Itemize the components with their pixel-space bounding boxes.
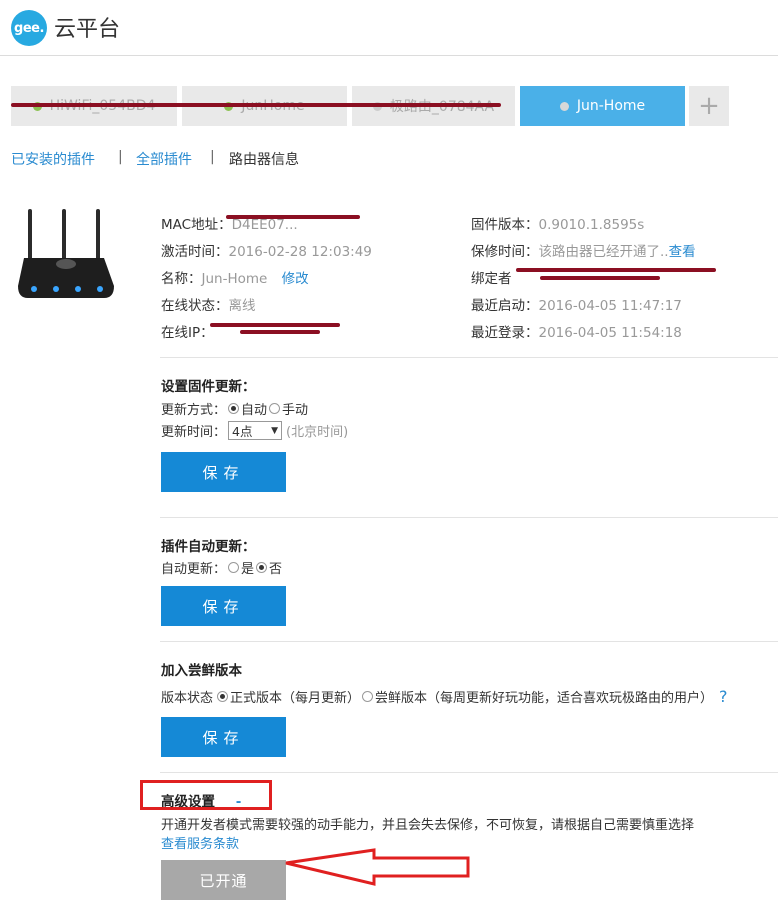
warranty-row: 保修时间：该路由器已经开通了..查看 xyxy=(471,240,696,260)
developer-mode-button[interactable]: 已开通 xyxy=(161,860,286,900)
update-time-row: 更新时间： 4点 ▼ (北京时间) xyxy=(161,421,348,440)
stable-version-label: 正式版本（每月更新） xyxy=(230,691,361,706)
warranty-value: 该路由器已经开通了.. xyxy=(538,244,669,260)
chevron-down-icon: ▼ xyxy=(271,425,279,436)
nav-installed-plugins[interactable]: 已安装的插件 xyxy=(11,149,95,169)
plugin-update-yes-radio[interactable] xyxy=(228,562,240,573)
beta-status-label: 版本状态 xyxy=(161,691,214,706)
warranty-label: 保修时间： xyxy=(471,244,539,260)
plugin-update-no-label: 否 xyxy=(269,562,283,577)
plugin-update-row: 自动更新： 是 否 xyxy=(161,558,282,577)
binder-row: 绑定者 xyxy=(471,267,512,287)
warranty-view-link[interactable]: 查看 xyxy=(669,244,696,260)
beta-version-radio[interactable] xyxy=(362,691,374,702)
last-login-value: 2016-04-05 11:54:18 xyxy=(538,325,682,341)
section-divider xyxy=(160,357,778,358)
help-icon[interactable]: ? xyxy=(719,687,728,706)
ip-label: 在线IP： xyxy=(161,325,214,341)
beta-version-label: 尝鲜版本（每周更新好玩功能，适合喜欢玩极路由的用户） xyxy=(375,691,714,706)
update-manual-radio[interactable] xyxy=(269,403,281,414)
stable-version-radio[interactable] xyxy=(217,691,229,702)
update-auto-radio[interactable] xyxy=(228,403,240,414)
save-firmware-button[interactable]: 保存 xyxy=(161,452,286,492)
firmware-version-row: 固件版本：0.9010.1.8595s xyxy=(471,213,644,233)
update-mode-label: 更新方式： xyxy=(161,403,227,418)
nav-router-info[interactable]: 路由器信息 xyxy=(229,149,299,169)
firmware-update-title: 设置固件更新： xyxy=(161,379,256,395)
plugin-update-label: 自动更新： xyxy=(161,562,227,577)
save-beta-button[interactable]: 保存 xyxy=(161,717,286,757)
advanced-description: 开通开发者模式需要较强的动手能力，并且会失去保修，不可恢复，请根据自己需要慎重选… xyxy=(161,818,695,833)
annotation-arrow-icon xyxy=(285,848,470,886)
mac-label: MAC地址： xyxy=(161,217,232,233)
nav-separator: | xyxy=(210,149,215,165)
beta-title: 加入尝鲜版本 xyxy=(161,663,242,679)
timezone-note: (北京时间) xyxy=(286,425,349,440)
last-boot-label: 最近启动： xyxy=(471,298,539,314)
app-title: 云平台 xyxy=(54,17,121,42)
gee-logo[interactable]: gee. xyxy=(11,10,47,46)
online-status-row: 在线状态：离线 xyxy=(161,294,256,314)
plugin-update-title: 插件自动更新： xyxy=(161,539,256,555)
firmware-value: 0.9010.1.8595s xyxy=(538,217,645,233)
online-value: 离线 xyxy=(228,298,256,314)
save-plugin-button[interactable]: 保存 xyxy=(161,586,286,626)
redaction-mark xyxy=(540,276,660,280)
update-manual-label: 手动 xyxy=(282,403,309,418)
update-time-value: 4点 xyxy=(232,424,253,439)
name-label: 名称： xyxy=(161,271,202,287)
app-header: gee. 云平台 xyxy=(0,0,778,56)
redaction-mark xyxy=(210,323,340,327)
tab-router-current[interactable]: Jun-Home xyxy=(520,86,685,126)
redaction-mark xyxy=(11,103,501,107)
name-row: 名称：Jun-Home 修改 xyxy=(161,267,309,287)
redaction-mark xyxy=(516,268,716,272)
status-dot xyxy=(559,101,569,111)
mac-value: D4EE07... xyxy=(231,217,298,233)
redaction-mark xyxy=(240,330,320,334)
add-router-button[interactable]: + xyxy=(689,86,729,126)
binder-label: 绑定者 xyxy=(471,271,512,287)
terms-link[interactable]: 查看服务条款 xyxy=(161,833,239,852)
activate-label: 激活时间： xyxy=(161,244,229,260)
nav-all-plugins[interactable]: 全部插件 xyxy=(136,149,192,169)
firmware-label: 固件版本： xyxy=(471,217,539,233)
online-ip-row: 在线IP： xyxy=(161,321,214,341)
update-time-label: 更新时间： xyxy=(161,425,227,440)
section-divider xyxy=(160,641,778,642)
section-divider xyxy=(160,772,778,773)
plugin-update-no-radio[interactable] xyxy=(256,562,268,573)
last-login-label: 最近登录： xyxy=(471,325,539,341)
update-mode-row: 更新方式： 自动 手动 xyxy=(161,399,308,418)
nav-separator: | xyxy=(118,149,123,165)
section-divider xyxy=(160,517,778,518)
update-auto-label: 自动 xyxy=(241,403,268,418)
tab-label: Jun-Home xyxy=(576,98,646,114)
beta-status-row: 版本状态 正式版本（每月更新） 尝鲜版本（每周更新好玩功能，适合喜欢玩极路由的用… xyxy=(161,687,728,706)
redaction-mark xyxy=(226,215,360,219)
activate-time-row: 激活时间：2016-02-28 12:03:49 xyxy=(161,240,372,260)
activate-value: 2016-02-28 12:03:49 xyxy=(228,244,372,260)
annotation-highlight-box xyxy=(140,780,272,810)
last-login-row: 最近登录：2016-04-05 11:54:18 xyxy=(471,321,682,341)
plugin-update-yes-label: 是 xyxy=(241,562,255,577)
update-time-select[interactable]: 4点 ▼ xyxy=(228,421,283,440)
online-label: 在线状态： xyxy=(161,298,229,314)
last-boot-value: 2016-04-05 11:47:17 xyxy=(538,298,682,314)
last-boot-row: 最近启动：2016-04-05 11:47:17 xyxy=(471,294,682,314)
router-icon xyxy=(18,209,114,298)
name-value: Jun-Home xyxy=(201,271,268,287)
plus-icon: + xyxy=(698,91,720,121)
edit-name-link[interactable]: 修改 xyxy=(282,271,309,287)
